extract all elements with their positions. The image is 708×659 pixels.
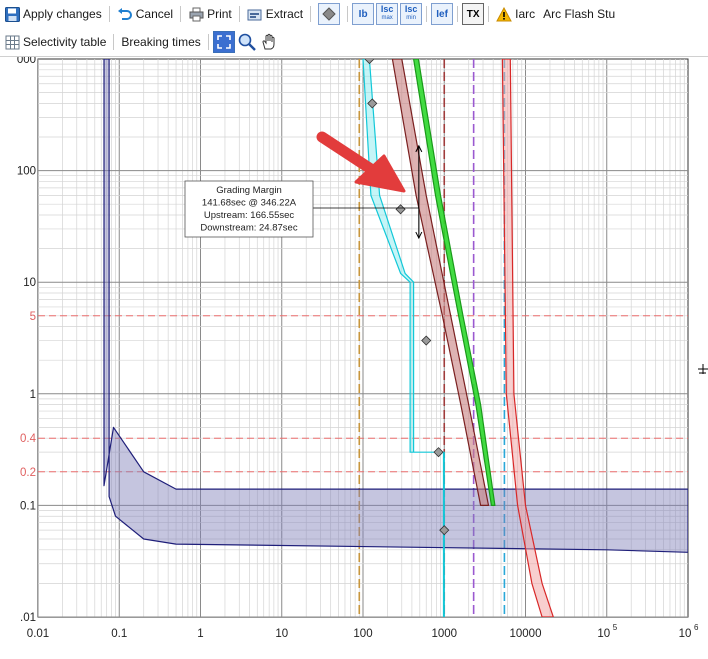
- isc-min-button[interactable]: Isc min: [400, 3, 423, 25]
- x-tick-label: 0.1: [111, 628, 127, 640]
- extract-icon: [247, 6, 263, 22]
- y-tick-label: 0.4: [20, 433, 37, 445]
- time-current-chart[interactable]: Grading Margin 141.68sec @ 346.22A Upstrea…: [0, 54, 708, 656]
- secondary-toolbar: Selectivity table Breaking times: [0, 28, 708, 57]
- pan-hand-icon[interactable]: [259, 32, 279, 52]
- x-tick-label-exponent: 5: [613, 623, 618, 632]
- x-tick-label: 10: [679, 628, 692, 640]
- y-tick-label: 10: [23, 277, 36, 289]
- isc-min-label: Isc: [404, 4, 418, 14]
- tx-button[interactable]: TX: [462, 3, 485, 25]
- undo-icon: [117, 6, 133, 22]
- toolbar-divider: [113, 34, 115, 50]
- y-tick-label: 000: [17, 57, 36, 66]
- arc-flash-label: Arc Flash Stu: [543, 7, 616, 21]
- apply-changes-label: Apply changes: [23, 7, 102, 21]
- arc-flash-study-button[interactable]: Arc Flash Stu: [539, 3, 619, 25]
- isc-min-subscript: min: [406, 15, 416, 21]
- y-tick-label: 5: [30, 311, 36, 323]
- breaking-times-button[interactable]: Breaking times: [117, 31, 204, 53]
- isc-max-label: Isc: [380, 4, 394, 14]
- toolbar-divider: [207, 34, 209, 50]
- x-tick-label: 10: [275, 628, 288, 640]
- toolbar-divider: [457, 6, 459, 22]
- print-label: Print: [207, 7, 232, 21]
- isc-max-button[interactable]: Isc max: [376, 3, 399, 25]
- grading-margin-text: Grading Margin: [216, 185, 281, 196]
- warning-icon: [496, 6, 512, 22]
- extract-label: Extract: [265, 7, 304, 21]
- selectivity-table-label: Selectivity table: [23, 35, 107, 49]
- y-tick-label: 100: [17, 166, 36, 178]
- zoom-magnifier-icon[interactable]: [237, 32, 257, 52]
- printer-icon: [188, 6, 204, 22]
- isc-max-subscript: max: [381, 15, 393, 21]
- print-button[interactable]: Print: [184, 3, 236, 25]
- toolbar-divider: [310, 6, 312, 22]
- breaking-times-label: Breaking times: [121, 35, 201, 49]
- grading-margin-text: 141.68sec @ 346.22A: [202, 198, 297, 209]
- x-tick-label: 10000: [510, 628, 542, 640]
- chart-svg[interactable]: Grading Margin 141.68sec @ 346.22AUpstrea…: [0, 54, 708, 656]
- y-tick-label: 0.2: [20, 467, 36, 479]
- marker-button[interactable]: [314, 3, 344, 25]
- toolbar-divider: [180, 6, 182, 22]
- toolbar-divider: [488, 6, 490, 22]
- y-tick-label: 1: [30, 389, 36, 401]
- main-toolbar: Apply changes Cancel Print Extract Ib Is…: [0, 0, 708, 28]
- cancel-button[interactable]: Cancel: [113, 3, 177, 25]
- x-tick-label: 100: [353, 628, 372, 640]
- cursor-crosshair-icon: [698, 364, 708, 374]
- ib-button[interactable]: Ib: [352, 3, 375, 25]
- selectivity-table-button[interactable]: Selectivity table: [0, 31, 110, 53]
- iarc-button[interactable]: Iarc: [492, 3, 539, 25]
- toolbar-divider: [347, 6, 349, 22]
- toolbar-divider: [238, 6, 240, 22]
- x-tick-label-exponent: 6: [694, 623, 699, 632]
- apply-changes-button[interactable]: Apply changes: [0, 3, 106, 25]
- x-tick-label: 0.01: [27, 628, 49, 640]
- iarc-label: Iarc: [515, 7, 536, 21]
- cancel-label: Cancel: [135, 7, 174, 21]
- zoom-extents-icon[interactable]: [212, 31, 235, 53]
- toolbar-divider: [108, 6, 110, 22]
- save-icon: [4, 6, 20, 22]
- grid-table-icon: [4, 34, 20, 50]
- y-tick-label: .01: [20, 612, 36, 624]
- ief-button[interactable]: Ief: [431, 3, 454, 25]
- grading-margin-text: Downstream: 24.87sec: [200, 223, 297, 234]
- x-tick-label: 1: [197, 628, 203, 640]
- grading-margin-text: Upstream: 166.55sec: [204, 210, 295, 221]
- extract-button[interactable]: Extract: [243, 3, 307, 25]
- diamond-icon: [318, 3, 341, 25]
- y-tick-label: 0.1: [20, 500, 36, 512]
- toolbar-divider: [426, 6, 428, 22]
- x-tick-label: 10: [597, 628, 610, 640]
- x-tick-label: 1000: [431, 628, 457, 640]
